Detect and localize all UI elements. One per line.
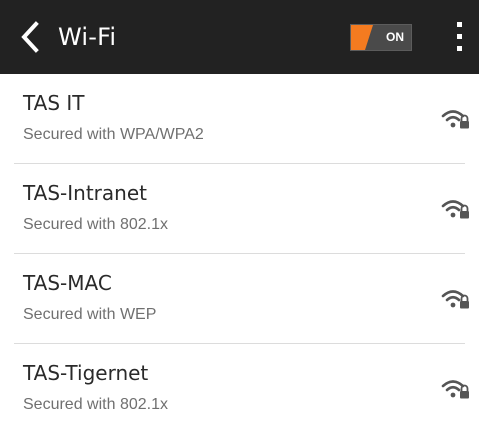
app-header: Wi-Fi ON <box>0 0 479 74</box>
network-name: TAS IT <box>23 91 85 115</box>
overflow-menu-button[interactable] <box>448 18 472 56</box>
network-list: TAS IT Secured with WPA/WPA2 TAS-Intrane… <box>0 74 479 434</box>
wifi-lock-icon <box>441 380 469 399</box>
network-security: Secured with WPA/WPA2 <box>23 126 204 143</box>
wifi-lock-icon <box>441 200 469 219</box>
menu-dot <box>457 22 462 27</box>
wifi-toggle[interactable]: ON <box>350 24 412 51</box>
network-item[interactable]: TAS IT Secured with WPA/WPA2 <box>0 74 479 164</box>
network-name: TAS-MAC <box>23 271 112 295</box>
menu-dot <box>457 46 462 51</box>
page-title: Wi-Fi <box>58 23 117 51</box>
menu-dot <box>457 34 462 39</box>
network-name: TAS-Intranet <box>23 181 147 205</box>
wifi-lock-icon <box>441 290 469 309</box>
chevron-left-icon <box>21 21 39 53</box>
wifi-lock-icon <box>441 110 469 129</box>
network-name: TAS-Tigernet <box>23 361 149 385</box>
toggle-label: ON <box>386 30 404 44</box>
network-security: Secured with WEP <box>23 306 157 323</box>
network-item[interactable]: TAS-Intranet Secured with 802.1x <box>0 164 479 254</box>
network-security: Secured with 802.1x <box>23 396 168 413</box>
network-security: Secured with 802.1x <box>23 216 168 233</box>
network-item[interactable]: TAS-MAC Secured with WEP <box>0 254 479 344</box>
back-button[interactable] <box>14 19 48 55</box>
network-item[interactable]: TAS-Tigernet Secured with 802.1x <box>0 344 479 434</box>
